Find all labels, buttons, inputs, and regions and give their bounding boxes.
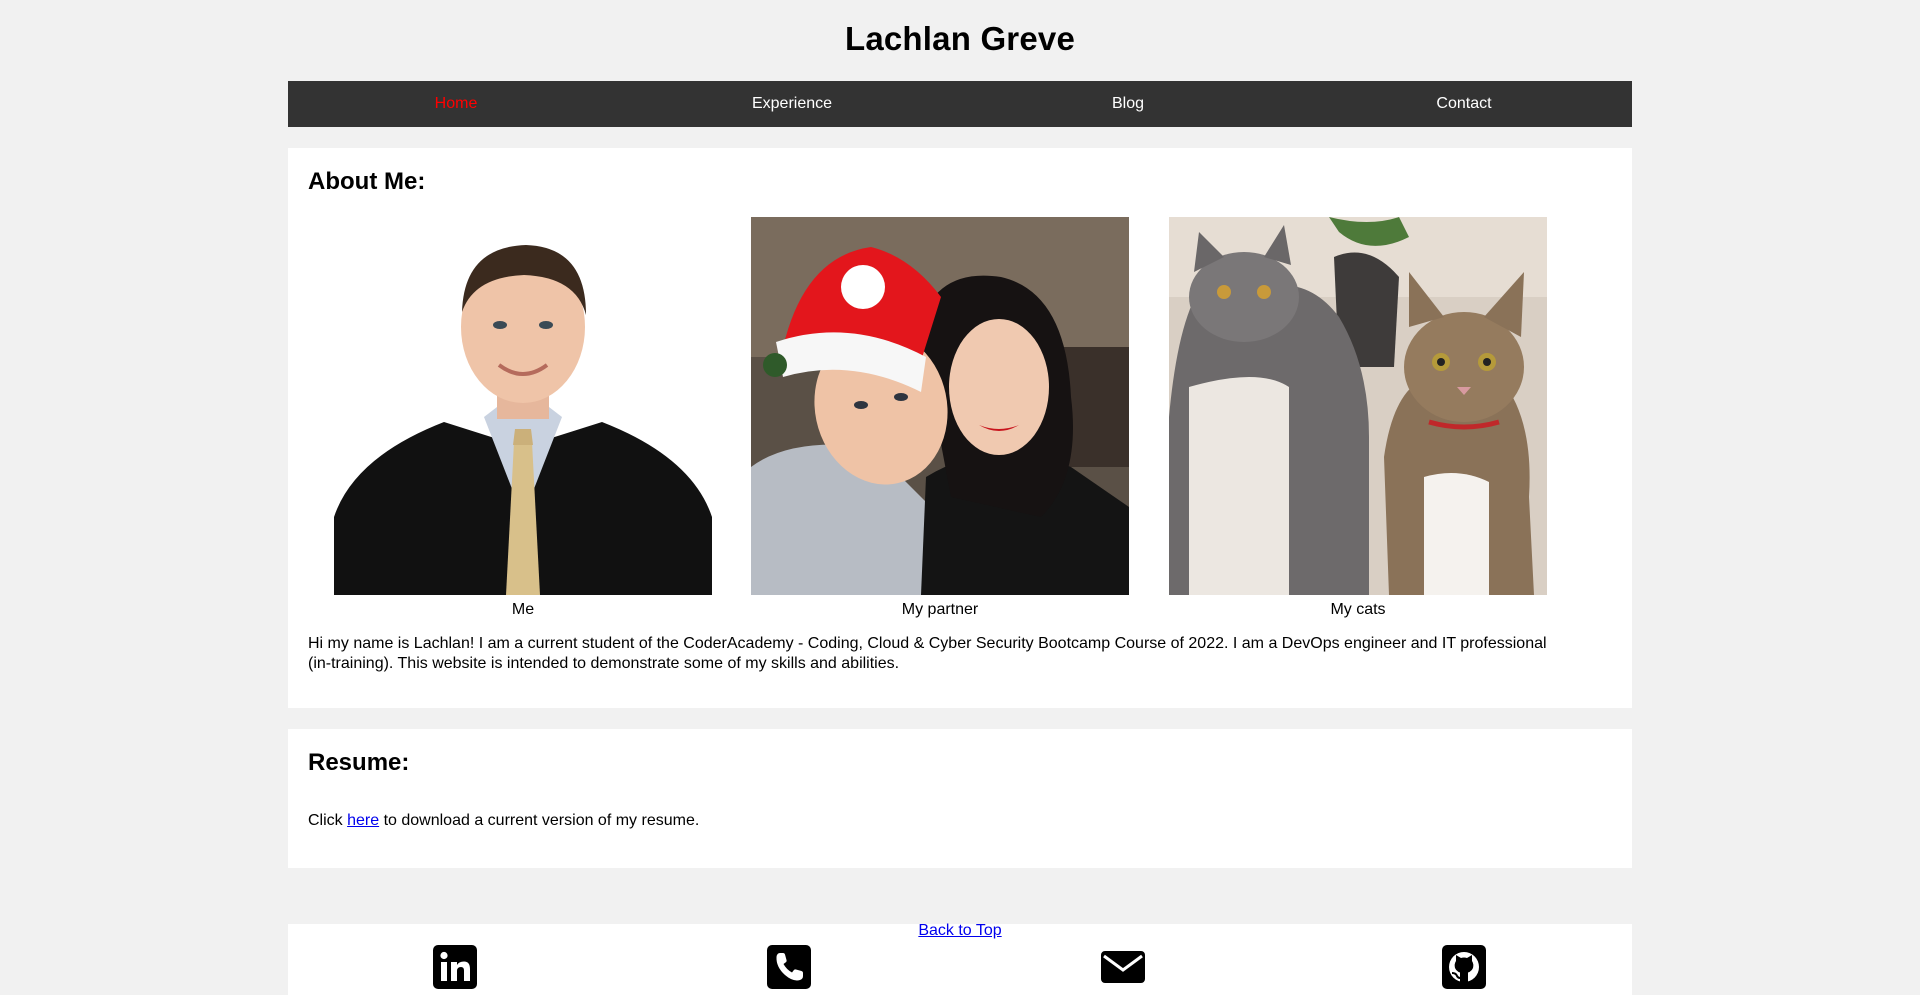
- photo-me-caption: Me: [511, 601, 535, 618]
- resume-heading: Resume:: [308, 749, 410, 776]
- github-icon[interactable]: [1442, 945, 1486, 989]
- nav-blog[interactable]: Blog: [960, 81, 1296, 127]
- nav-experience[interactable]: Experience: [624, 81, 960, 127]
- about-section: About Me: Me My partner My cats Hi my na…: [288, 148, 1632, 708]
- resume-text: Click here to download a current version…: [308, 812, 699, 830]
- about-text: Hi my name is Lachlan! I am a current st…: [308, 635, 1547, 672]
- photo-me: [334, 217, 712, 595]
- page: Lachlan Greve Home Experience Blog Conta…: [0, 0, 1920, 995]
- resume-text-suffix: to download a current version of my resu…: [379, 812, 700, 829]
- resume-section: Resume: Click here to download a current…: [288, 729, 1632, 868]
- back-to-top-link[interactable]: Back to Top: [918, 922, 1001, 939]
- resume-download-link[interactable]: here: [347, 812, 379, 829]
- phone-icon[interactable]: [767, 945, 811, 989]
- nav-home[interactable]: Home: [288, 81, 624, 127]
- site-title: Lachlan Greve: [844, 20, 1076, 57]
- photo-cats-caption: My cats: [1330, 601, 1386, 618]
- photo-partner-caption: My partner: [901, 601, 979, 618]
- photo-cats: [1169, 217, 1547, 595]
- email-icon[interactable]: [1101, 945, 1145, 989]
- photo-partner-figure: My partner: [751, 217, 1129, 619]
- about-heading: About Me:: [308, 168, 426, 195]
- resume-text-prefix: Click: [308, 812, 348, 829]
- footer: Back to Top: [288, 922, 1632, 995]
- photo-me-figure: Me: [334, 217, 712, 619]
- photo-gallery: Me My partner My cats: [288, 217, 1632, 627]
- photo-cats-figure: My cats: [1169, 217, 1547, 619]
- navbar: Home Experience Blog Contact: [288, 81, 1632, 127]
- nav-contact[interactable]: Contact: [1296, 81, 1632, 127]
- linkedin-icon[interactable]: [433, 945, 477, 989]
- photo-partner: [751, 217, 1129, 595]
- back-to-top-wrap: Back to Top: [288, 922, 1632, 940]
